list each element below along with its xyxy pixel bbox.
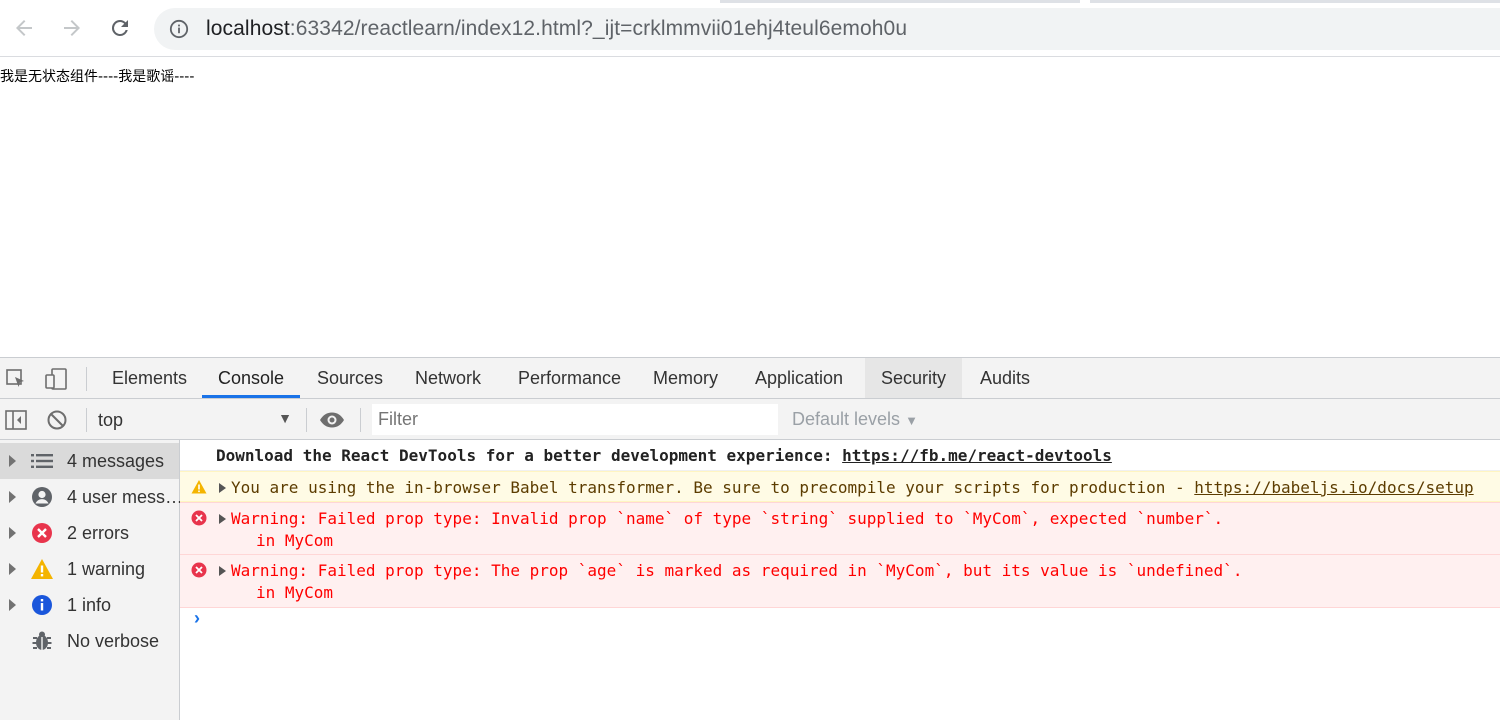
toolbar-divider	[306, 408, 307, 432]
sidebar-item-label: 1 info	[67, 594, 112, 615]
sidebar-item-label: 1 warning	[67, 558, 146, 579]
console-toolbar: top ▼ Default levels ▼	[0, 399, 1500, 440]
tab-strip-edge	[1090, 0, 1500, 3]
expand-arrow-icon[interactable]	[9, 563, 16, 575]
toolbar-divider	[360, 408, 361, 432]
sidebar-item-info[interactable]: 1 info	[0, 587, 179, 623]
bug-icon	[30, 629, 54, 653]
warning-icon	[30, 557, 54, 581]
clear-icon	[47, 410, 67, 430]
dropdown-arrow-icon: ▼	[278, 410, 292, 426]
tab-console[interactable]: Console	[202, 358, 301, 398]
console-message-error: Warning: Failed prop type: Invalid prop …	[180, 502, 1500, 555]
url-host: localhost	[206, 17, 290, 40]
message-body: Download the React DevTools for a better…	[216, 446, 843, 465]
message-link[interactable]: https://fb.me/react-devtools	[842, 446, 1112, 465]
sidebar-item-verbose[interactable]: No verbose	[0, 623, 179, 659]
expand-arrow-icon[interactable]	[9, 527, 16, 539]
toolbar-divider	[86, 367, 87, 391]
message-stack: in MyCom	[256, 583, 334, 602]
console-message-warning: You are using the in-browser Babel trans…	[180, 471, 1500, 502]
message-body: You are using the in-browser Babel trans…	[231, 478, 1195, 497]
dropdown-arrow-icon: ▼	[905, 413, 918, 428]
devtools-tab-bar: Elements Console Sources Network Perform…	[0, 358, 1500, 399]
tab-elements[interactable]: Elements	[96, 358, 203, 398]
back-button[interactable]	[8, 12, 40, 44]
browser-toolbar: localhost:63342/reactlearn/index12.html?…	[0, 0, 1500, 57]
console-message-error: Warning: Failed prop type: The prop `age…	[180, 555, 1500, 608]
toolbar-divider	[86, 408, 87, 432]
info-icon	[30, 593, 54, 617]
sidebar-item-label: 4 messages	[67, 450, 165, 471]
console-sidebar: 4 messages 4 user mess… 2 errors 1 warni…	[0, 440, 183, 720]
warning-icon	[191, 480, 207, 494]
address-bar[interactable]: localhost:63342/reactlearn/index12.html?…	[154, 8, 1500, 50]
expand-arrow-icon[interactable]	[219, 514, 226, 524]
console-message-info: Download the React DevTools for a better…	[180, 440, 1500, 471]
inspect-element-button[interactable]	[3, 366, 29, 392]
message-text: You are using the in-browser Babel trans…	[231, 478, 1474, 497]
forward-button[interactable]	[56, 12, 88, 44]
context-selector[interactable]: top ▼	[98, 407, 298, 433]
cursor-select-icon	[6, 369, 24, 387]
page-body-text: 我是无状态组件----我是歌谣----	[0, 69, 195, 85]
sidebar-item-errors[interactable]: 2 errors	[0, 515, 179, 551]
sidebar-item-label: 4 user mess…	[67, 486, 184, 507]
context-value: top	[98, 409, 124, 430]
message-text: Download the React DevTools for a better…	[216, 446, 1112, 465]
message-text: Warning: Failed prop type: Invalid prop …	[231, 509, 1224, 528]
message-stack: in MyCom	[256, 531, 334, 550]
reload-button[interactable]	[104, 12, 136, 44]
device-toolbar-button[interactable]	[43, 366, 69, 392]
tab-application[interactable]: Application	[739, 358, 859, 398]
tab-memory[interactable]: Memory	[637, 358, 734, 398]
sidebar-item-user-messages[interactable]: 4 user mess…	[0, 479, 183, 515]
error-icon	[30, 521, 54, 545]
message-link[interactable]: https://babeljs.io/docs/setup	[1194, 478, 1473, 497]
arrow-right-icon	[64, 20, 80, 36]
sidebar-toggle-icon	[5, 410, 27, 430]
eye-icon	[320, 412, 344, 428]
tab-performance[interactable]: Performance	[502, 358, 637, 398]
tab-security[interactable]: Security	[865, 358, 963, 398]
reload-icon	[111, 19, 128, 36]
expand-arrow-icon[interactable]	[9, 491, 16, 503]
tab-network[interactable]: Network	[399, 358, 497, 398]
log-levels-label: Default levels	[792, 409, 901, 429]
arrow-left-icon	[16, 20, 32, 36]
message-text: Warning: Failed prop type: The prop `age…	[231, 561, 1243, 580]
tab-audits[interactable]: Audits	[964, 358, 1046, 398]
sidebar-item-warnings[interactable]: 1 warning	[0, 551, 179, 587]
sidebar-item-messages[interactable]: 4 messages	[0, 443, 179, 479]
devtools-panel: Elements Console Sources Network Perform…	[0, 357, 1500, 720]
device-icon	[45, 368, 67, 390]
expand-arrow-icon[interactable]	[9, 455, 16, 467]
error-icon	[191, 562, 207, 578]
sidebar-item-label: No verbose	[67, 630, 160, 651]
sidebar-item-label: 2 errors	[67, 522, 130, 543]
url-text[interactable]: localhost:63342/reactlearn/index12.html?…	[206, 17, 907, 41]
show-sidebar-button[interactable]	[3, 407, 29, 433]
clear-console-button[interactable]	[44, 407, 70, 433]
url-path: :63342/reactlearn/index12.html?_ijt=crkl…	[289, 17, 908, 40]
expand-arrow-icon[interactable]	[219, 483, 226, 493]
list-icon	[30, 449, 54, 473]
console-output: Download the React DevTools for a better…	[180, 440, 1500, 720]
console-prompt[interactable]: ›	[194, 608, 200, 629]
expand-arrow-icon[interactable]	[9, 599, 16, 611]
tab-sources[interactable]: Sources	[301, 358, 399, 398]
expand-arrow-icon[interactable]	[219, 566, 226, 576]
tab-strip-edge	[720, 0, 1080, 3]
log-levels-dropdown[interactable]: Default levels ▼	[792, 409, 918, 430]
error-icon	[191, 510, 207, 526]
live-expression-button[interactable]	[319, 407, 345, 433]
filter-input[interactable]	[372, 404, 778, 435]
site-info-icon[interactable]	[168, 18, 190, 40]
user-icon	[30, 485, 54, 509]
